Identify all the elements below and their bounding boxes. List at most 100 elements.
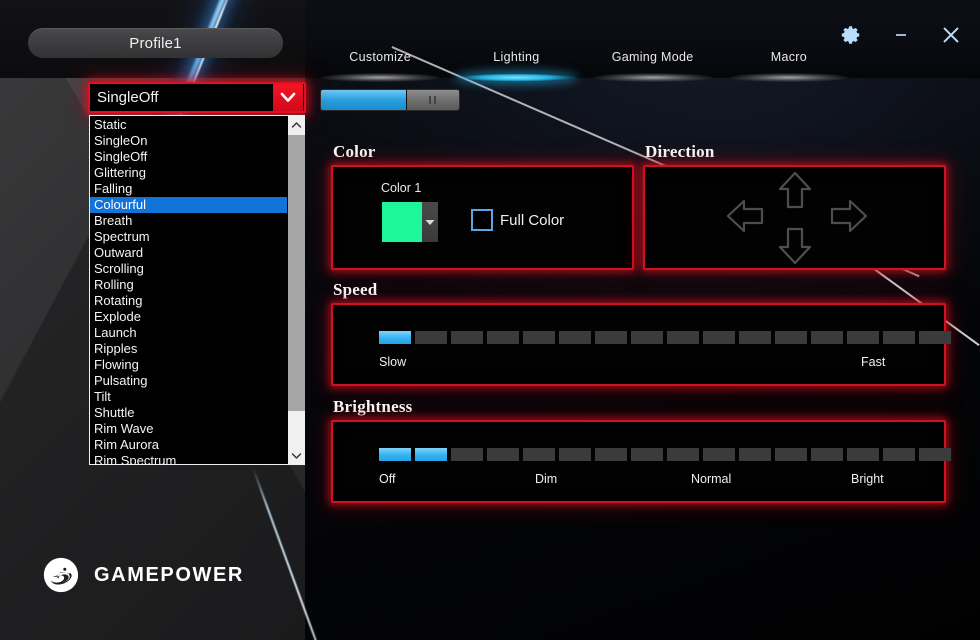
color-section-title: Color bbox=[333, 142, 376, 161]
caret-down-icon bbox=[425, 219, 435, 225]
slider-segment[interactable] bbox=[379, 331, 411, 344]
dropdown-option[interactable]: Scrolling bbox=[90, 261, 287, 277]
full-color-checkbox-box[interactable] bbox=[471, 209, 493, 231]
slider-segment[interactable] bbox=[595, 448, 627, 461]
dropdown-option[interactable]: Rim Wave bbox=[90, 421, 287, 437]
dropdown-option[interactable]: Rim Aurora bbox=[90, 437, 287, 453]
slider-segment[interactable] bbox=[847, 331, 879, 344]
dropdown-option[interactable]: Tilt bbox=[90, 389, 287, 405]
dropdown-option[interactable]: Colourful bbox=[90, 197, 287, 213]
direction-down-button[interactable] bbox=[777, 226, 813, 271]
speed-panel: Slow Fast bbox=[331, 303, 951, 386]
slider-segment[interactable] bbox=[739, 331, 771, 344]
effect-combobox-field[interactable]: SingleOff bbox=[88, 82, 306, 113]
full-color-checkbox[interactable]: Full Color bbox=[471, 209, 564, 231]
color1-swatch[interactable] bbox=[382, 202, 422, 242]
scroll-up-button[interactable] bbox=[288, 116, 304, 133]
brightness-off-label: Off bbox=[379, 472, 396, 486]
slider-segment[interactable] bbox=[487, 331, 519, 344]
slider-segment[interactable] bbox=[523, 448, 555, 461]
close-button[interactable] bbox=[936, 20, 966, 50]
slider-segment[interactable] bbox=[847, 448, 879, 461]
dropdown-option[interactable]: Static bbox=[90, 117, 287, 133]
slider-segment[interactable] bbox=[631, 331, 663, 344]
direction-pad bbox=[725, 170, 867, 266]
slider-segment[interactable] bbox=[487, 448, 519, 461]
dropdown-option[interactable]: Outward bbox=[90, 245, 287, 261]
slider-segment[interactable] bbox=[595, 331, 627, 344]
tab-macro[interactable]: Macro bbox=[721, 46, 857, 82]
scroll-down-button[interactable] bbox=[288, 447, 304, 464]
slider-segment[interactable] bbox=[559, 448, 591, 461]
tab-customize-label: Customize bbox=[349, 50, 411, 64]
slider-segment[interactable] bbox=[667, 448, 699, 461]
slider-segment[interactable] bbox=[919, 331, 951, 344]
slider-segment[interactable] bbox=[559, 331, 591, 344]
slider-segment[interactable] bbox=[775, 448, 807, 461]
effect-dropdown-list[interactable]: Static SingleOn SingleOff Glittering Falling… bbox=[89, 115, 305, 465]
tab-lighting[interactable]: Lighting bbox=[448, 46, 584, 82]
dropdown-option[interactable]: Launch bbox=[90, 325, 287, 341]
slider-segment[interactable] bbox=[631, 448, 663, 461]
slider-segment[interactable] bbox=[739, 448, 771, 461]
direction-up-button[interactable] bbox=[777, 170, 813, 215]
dropdown-option[interactable]: SingleOn bbox=[90, 133, 287, 149]
slider-segment[interactable] bbox=[775, 331, 807, 344]
dropdown-option[interactable]: Rim Spectrum bbox=[90, 453, 287, 464]
slider-segment[interactable] bbox=[451, 448, 483, 461]
dropdown-option[interactable]: Rotating bbox=[90, 293, 287, 309]
dropdown-option[interactable]: Pulsating bbox=[90, 373, 287, 389]
color1-picker[interactable] bbox=[381, 201, 439, 243]
direction-left-button[interactable] bbox=[725, 198, 765, 239]
dropdown-option[interactable]: Rolling bbox=[90, 277, 287, 293]
dropdown-option[interactable]: Explode bbox=[90, 309, 287, 325]
preview-slider-thumb[interactable] bbox=[406, 90, 459, 110]
brand-name-label: GAMEPOWER bbox=[94, 563, 244, 586]
slider-segment[interactable] bbox=[415, 331, 447, 344]
dropdown-option[interactable]: Glittering bbox=[90, 165, 287, 181]
scrollbar-track[interactable] bbox=[288, 133, 305, 447]
profile-selector[interactable]: Profile1 bbox=[28, 28, 283, 58]
dropdown-option[interactable]: SingleOff bbox=[90, 149, 287, 165]
slider-segment[interactable] bbox=[883, 448, 915, 461]
dropdown-option[interactable]: Flowing bbox=[90, 357, 287, 373]
dropdown-option[interactable]: Falling bbox=[90, 181, 287, 197]
tab-customize[interactable]: Customize bbox=[312, 46, 448, 82]
slider-segment[interactable] bbox=[811, 448, 843, 461]
effect-combobox-toggle[interactable] bbox=[273, 84, 303, 111]
slider-segment[interactable] bbox=[703, 448, 735, 461]
brand-logo: GAMEPOWER bbox=[42, 556, 244, 594]
brightness-section-title: Brightness bbox=[333, 397, 413, 416]
brightness-normal-label: Normal bbox=[691, 472, 732, 486]
main-tabs: Customize Lighting Gaming Mode Macro bbox=[312, 46, 857, 82]
color1-dropdown-button[interactable] bbox=[422, 202, 438, 242]
color1-label: Color 1 bbox=[381, 181, 422, 195]
tab-underline bbox=[728, 73, 849, 82]
speed-slider[interactable] bbox=[379, 331, 951, 344]
slider-segment[interactable] bbox=[667, 331, 699, 344]
dropdown-scrollbar[interactable] bbox=[287, 116, 305, 464]
slider-segment[interactable] bbox=[919, 448, 951, 461]
slider-segment[interactable] bbox=[379, 448, 411, 461]
tab-gaming-mode[interactable]: Gaming Mode bbox=[585, 46, 721, 82]
preview-slider-fill bbox=[321, 90, 407, 110]
dropdown-option[interactable]: Spectrum bbox=[90, 229, 287, 245]
direction-right-button[interactable] bbox=[829, 198, 869, 239]
dropdown-option[interactable]: Breath bbox=[90, 213, 287, 229]
dropdown-option[interactable]: Ripples bbox=[90, 341, 287, 357]
profile-name-label: Profile1 bbox=[129, 34, 182, 52]
full-color-label: Full Color bbox=[500, 211, 565, 229]
minimize-button[interactable] bbox=[886, 20, 916, 50]
slider-segment[interactable] bbox=[883, 331, 915, 344]
slider-segment[interactable] bbox=[451, 331, 483, 344]
slider-segment[interactable] bbox=[523, 331, 555, 344]
slider-segment[interactable] bbox=[415, 448, 447, 461]
preview-slider[interactable] bbox=[320, 89, 460, 111]
brightness-panel: Off Dim Normal Bright bbox=[331, 420, 951, 503]
arrow-right-icon bbox=[830, 199, 867, 232]
dropdown-option[interactable]: Shuttle bbox=[90, 405, 287, 421]
slider-segment[interactable] bbox=[811, 331, 843, 344]
brightness-slider[interactable] bbox=[379, 448, 951, 461]
scrollbar-thumb[interactable] bbox=[288, 135, 305, 412]
slider-segment[interactable] bbox=[703, 331, 735, 344]
